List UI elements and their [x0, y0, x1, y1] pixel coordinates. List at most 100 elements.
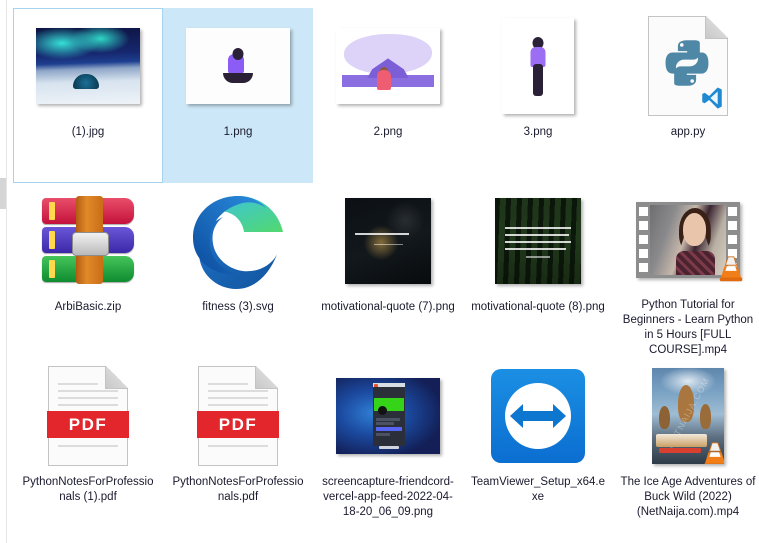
page-text-line [58, 445, 118, 447]
quote-attribution-line [525, 256, 551, 258]
file-item-1-jpg[interactable]: (1).jpg [13, 8, 163, 183]
pdf-file-icon: PDF [47, 366, 129, 466]
vlc-cone-icon [719, 256, 743, 282]
quote-attribution-line [374, 243, 404, 246]
person-torso [675, 251, 716, 275]
pane-divider [6, 0, 7, 543]
thumbnail-container [632, 185, 744, 295]
file-label: (1).jpg [71, 126, 105, 138]
thumbnail-container [332, 360, 444, 472]
figure-body [376, 70, 391, 91]
python-file-icon [648, 16, 728, 116]
quote-text-line [505, 234, 569, 237]
file-item-pythonnotes-pdf[interactable]: PDF PythonNotesForProfessionals.pdf [163, 358, 313, 533]
thumbnail-container [482, 360, 594, 472]
yoga-figure-legs [223, 72, 253, 83]
photo-aurora-thumbnail [36, 28, 140, 104]
file-item-teamviewer-exe[interactable]: TeamViewer_Setup_x64.exe [463, 358, 613, 533]
page-text-line [58, 404, 118, 406]
page-text-line [208, 445, 268, 447]
file-label: TeamViewer_Setup_x64.exe [470, 476, 606, 503]
thumbnail-container: PDF [32, 360, 144, 472]
quote-text-line [505, 241, 571, 243]
thumbnail-container [32, 185, 144, 297]
thumbnail-container [332, 10, 444, 122]
file-item-motivational-quote-8[interactable]: motivational-quote (8).png [463, 183, 613, 358]
file-item-arbibasic-zip[interactable]: ArbiBasic.zip [13, 183, 163, 358]
movie-poster-thumbnail: NETNAIJA.COM [652, 368, 724, 464]
vscode-badge-icon [702, 87, 722, 109]
file-explorer-grid-view[interactable]: (1).jpg 1.png 2.png 3.png app.py ArbiBas… [0, 0, 759, 543]
file-item-motivational-quote-7[interactable]: motivational-quote (7).png [313, 183, 463, 358]
photo-dark-forest-quote-thumbnail [495, 198, 581, 284]
file-label: motivational-quote (7).png [321, 301, 455, 313]
page-text-line [208, 404, 268, 406]
pdf-file-icon: PDF [197, 366, 279, 466]
file-item-screencapture-png[interactable]: screencapture-friendcord-vercel-app-feed… [313, 358, 463, 533]
file-item-python-tutorial-mp4[interactable]: Python Tutorial for Beginners - Learn Py… [613, 183, 759, 358]
poster-subtitle-band [659, 447, 701, 454]
double-arrow-icon [510, 404, 566, 428]
file-label: PythonNotesForProfessionals.pdf [172, 476, 304, 503]
capture-primary-button [375, 426, 402, 431]
thumbnail-container [182, 185, 294, 297]
film-perforation [728, 235, 737, 244]
file-item-2-png[interactable]: 2.png [313, 8, 463, 183]
file-item-ice-age-mp4[interactable]: NETNAIJA.COM The Ice Age Adventures of B… [613, 358, 759, 533]
file-label: Python Tutorial for Beginners - Learn Py… [622, 299, 757, 356]
archive-buckle [72, 232, 109, 256]
file-label: 3.png [523, 126, 553, 138]
page-text-line [58, 390, 118, 392]
film-perforation [639, 207, 648, 216]
film-perforation [728, 207, 737, 216]
page-fold-corner [105, 366, 128, 389]
file-grid: (1).jpg 1.png 2.png 3.png app.py ArbiBas… [13, 8, 759, 533]
photo-temple-meditation-illustration-thumbnail [336, 28, 440, 104]
archive-tab-yellow [49, 231, 55, 249]
film-perforation [639, 221, 648, 230]
thumbnail-container: PDF [182, 360, 294, 472]
file-item-1-png[interactable]: 1.png [163, 8, 313, 183]
file-item-app-py[interactable]: app.py [613, 8, 759, 183]
photo-dark-lotus-quote-thumbnail [345, 198, 431, 284]
quote-text-line [505, 247, 566, 250]
file-label: ArbiBasic.zip [54, 301, 122, 313]
photo-screencapture-thumbnail [336, 378, 440, 454]
capture-row [375, 422, 395, 426]
page-fold-corner [255, 366, 278, 389]
file-label: screencapture-friendcord-vercel-app-feed… [322, 476, 454, 518]
file-item-pythonnotes-1-pdf[interactable]: PDF PythonNotesForProfessionals (1).pdf [13, 358, 163, 533]
file-item-fitness-3-svg[interactable]: fitness (3).svg [163, 183, 313, 358]
quote-text-line [355, 233, 409, 236]
archive-tab-yellow [49, 260, 55, 278]
video-frame-preview [650, 205, 726, 275]
figure-leg [533, 64, 543, 97]
file-label: The Ice Age Adventures of Buck Wild (202… [620, 476, 759, 518]
page-fold-corner [705, 16, 728, 39]
microsoft-edge-icon [193, 196, 283, 289]
page-text-line [58, 397, 118, 399]
thumbnail-container [482, 185, 594, 297]
file-label: fitness (3).svg [202, 301, 274, 313]
capture-row [375, 432, 391, 436]
film-perforation [728, 221, 737, 230]
thumbnail-container [182, 10, 294, 122]
thumbnail-container: NETNAIJA.COM [632, 360, 744, 472]
scrollbar-thumb[interactable] [0, 178, 6, 209]
teamviewer-icon [491, 369, 585, 463]
page-text-line [208, 383, 248, 385]
winrar-archive-icon [36, 196, 140, 286]
file-item-3-png[interactable]: 3.png [463, 8, 613, 183]
pdf-badge: PDF [47, 411, 129, 438]
pdf-badge: PDF [197, 411, 279, 438]
quote-text-line [505, 227, 571, 230]
file-label: PythonNotesForProfessionals (1).pdf [22, 476, 154, 503]
archive-tab-yellow [49, 202, 55, 220]
page-text-line [208, 390, 268, 392]
photo-yoga-illustration-thumbnail [186, 28, 290, 104]
film-strip-video-thumbnail [636, 202, 743, 282]
capture-avatar [377, 406, 387, 416]
thumbnail-container [32, 10, 144, 122]
page-text-line [58, 383, 98, 385]
photo-tree-pose-illustration-thumbnail [502, 18, 574, 114]
